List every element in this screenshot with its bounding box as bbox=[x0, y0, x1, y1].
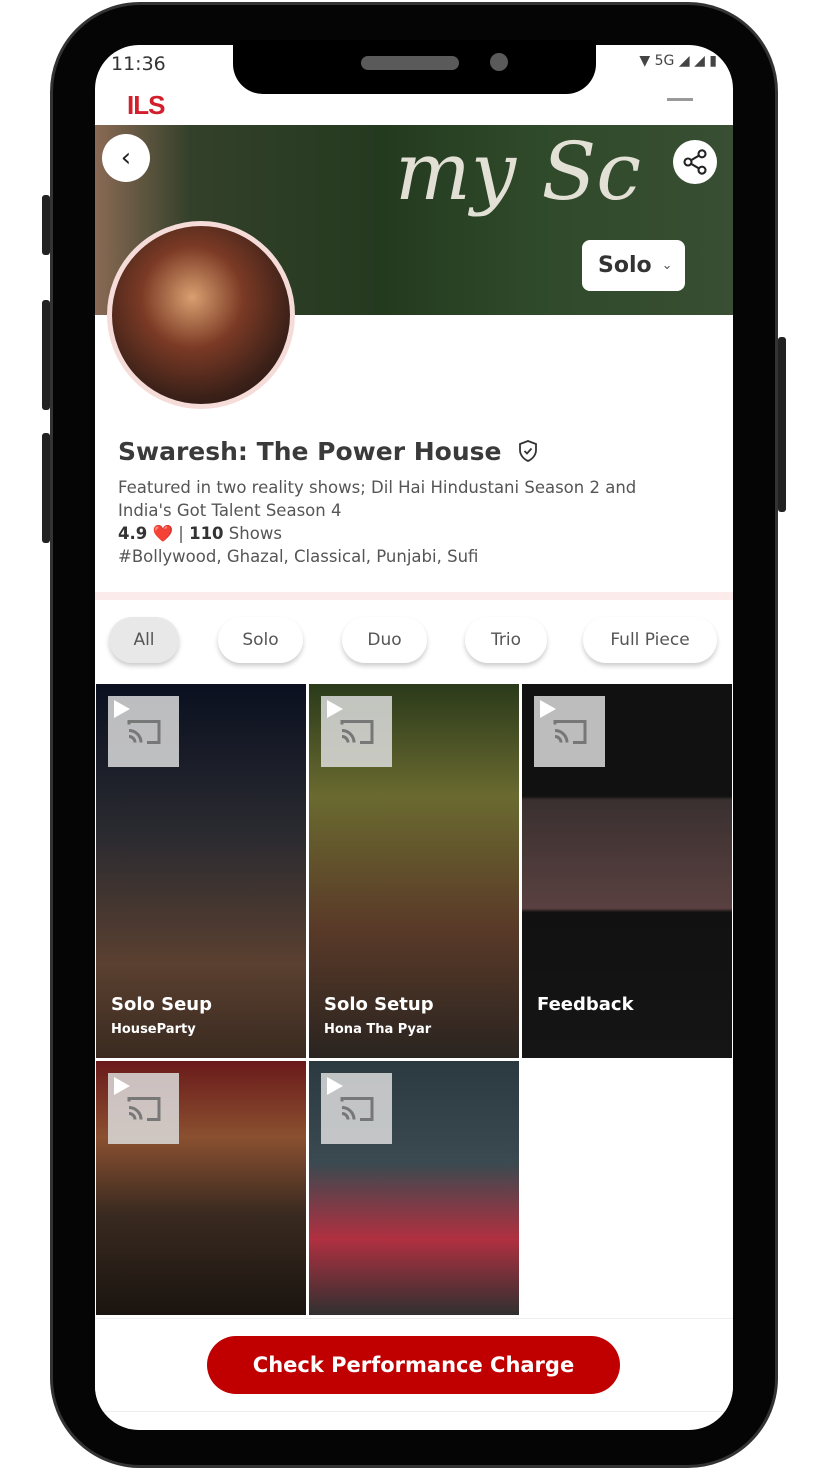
chevron-left-icon: ‹ bbox=[120, 143, 132, 173]
chevron-down-icon: ⌄ bbox=[661, 258, 673, 273]
mute-switch bbox=[42, 195, 50, 255]
artist-name: Swaresh: The Power House bbox=[118, 437, 540, 466]
section-divider bbox=[95, 592, 733, 600]
video-tile[interactable]: Solo Setup Hona Tha Pyar bbox=[309, 684, 519, 1058]
description-line: Featured in two reality shows; Dil Hai H… bbox=[118, 478, 637, 497]
video-subtitle: Hona Tha Pyar bbox=[324, 1022, 432, 1037]
video-subtitle: HouseParty bbox=[111, 1022, 196, 1037]
share-button[interactable] bbox=[673, 140, 717, 184]
video-title: Solo Setup bbox=[324, 994, 434, 1015]
avatar bbox=[107, 221, 295, 409]
genres: #Bollywood, Ghazal, Classical, Punjabi, … bbox=[118, 547, 479, 566]
filter-trio[interactable]: Trio bbox=[465, 617, 547, 663]
video-tile[interactable]: Solo Seup HouseParty bbox=[96, 684, 306, 1058]
cast-icon[interactable] bbox=[321, 1073, 392, 1144]
play-icon bbox=[327, 1077, 343, 1095]
rating-value: 4.9 bbox=[118, 524, 148, 543]
filter-chips: All Solo Duo Trio Full Piece bbox=[95, 617, 733, 665]
back-button[interactable]: ‹ bbox=[102, 134, 150, 182]
notch bbox=[233, 40, 596, 94]
verified-shield-icon bbox=[519, 440, 538, 462]
power-button bbox=[778, 337, 786, 512]
status-icons: ▼ 5G ◢ ◢ ▮ bbox=[639, 53, 717, 69]
separator: | bbox=[178, 524, 184, 543]
cast-icon[interactable] bbox=[108, 696, 179, 767]
play-icon bbox=[114, 1077, 130, 1095]
video-title: Solo Seup bbox=[111, 994, 213, 1015]
play-icon bbox=[114, 700, 130, 718]
filter-duo[interactable]: Duo bbox=[342, 617, 427, 663]
format-dropdown[interactable]: Solo ⌄ bbox=[582, 240, 685, 291]
shows-label: Shows bbox=[228, 524, 282, 543]
filter-all[interactable]: All bbox=[109, 617, 179, 663]
shows-count: 110 bbox=[189, 524, 224, 543]
camera bbox=[490, 53, 508, 71]
share-icon bbox=[683, 149, 707, 175]
status-time: 11:36 bbox=[111, 53, 166, 75]
app-logo[interactable]: ILS bbox=[127, 90, 165, 121]
menu-icon[interactable] bbox=[667, 98, 693, 101]
rating-row: 4.9 ❤️ | 110 Shows bbox=[118, 522, 698, 545]
format-value: Solo bbox=[598, 253, 652, 278]
video-tile[interactable]: Feedback bbox=[522, 684, 732, 1058]
play-icon bbox=[540, 700, 556, 718]
play-icon bbox=[327, 700, 343, 718]
neon-sign: my Sc bbox=[395, 125, 642, 218]
cast-icon[interactable] bbox=[534, 696, 605, 767]
description-line: India's Got Talent Season 4 bbox=[118, 501, 342, 520]
cast-icon[interactable] bbox=[321, 696, 392, 767]
filter-full-piece[interactable]: Full Piece bbox=[583, 617, 717, 663]
video-tile[interactable] bbox=[96, 1061, 306, 1315]
artist-name-text: Swaresh: The Power House bbox=[118, 437, 502, 466]
check-performance-charge-button[interactable]: Check Performance Charge bbox=[207, 1336, 620, 1394]
screen: 11:36 ▼ 5G ◢ ◢ ▮ ILS my Sc ‹ Solo ⌄ Sware… bbox=[95, 45, 733, 1430]
network-label: 5G bbox=[654, 53, 675, 69]
filter-solo[interactable]: Solo bbox=[218, 617, 303, 663]
volume-up-button bbox=[42, 300, 50, 410]
heart-icon: ❤️ bbox=[152, 524, 174, 543]
speaker bbox=[361, 56, 459, 70]
video-title: Feedback bbox=[537, 994, 634, 1015]
video-tile[interactable] bbox=[309, 1061, 519, 1315]
artist-info: Featured in two reality shows; Dil Hai H… bbox=[118, 476, 698, 568]
bottom-bar: Check Performance Charge bbox=[95, 1318, 733, 1412]
volume-down-button bbox=[42, 433, 50, 543]
cast-icon[interactable] bbox=[108, 1073, 179, 1144]
